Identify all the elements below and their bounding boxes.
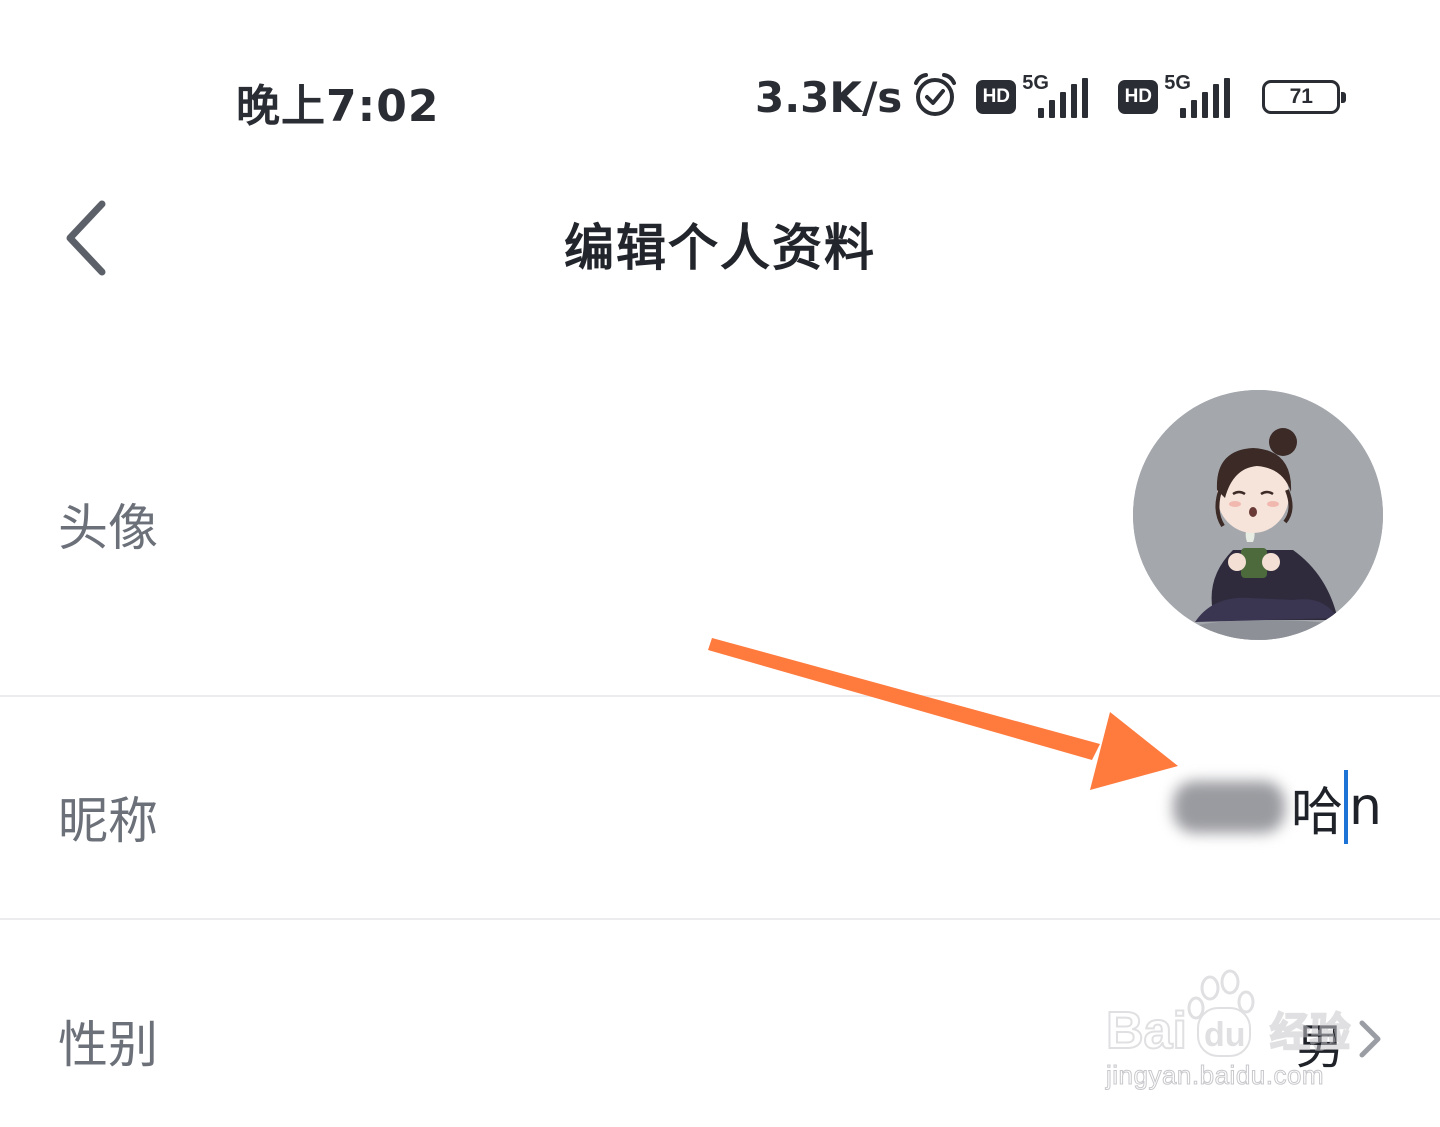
nickname-label: 昵称 — [58, 792, 158, 850]
avatar-label: 头像 — [58, 499, 158, 557]
chevron-right-icon[interactable] — [1356, 1017, 1384, 1061]
signal-5g-icon: 5G — [1022, 72, 1102, 122]
redacted-text — [1173, 781, 1286, 833]
avatar-row[interactable]: 头像 — [0, 300, 1440, 695]
divider — [0, 918, 1440, 920]
nickname-value: 哈 — [1291, 782, 1344, 843]
status-bar: 晚上7:02 3.3K/s HD 5G HD 5G 71 — [0, 0, 1440, 190]
nickname-row: 昵称 哈 n — [0, 697, 1440, 919]
network-speed: 3.3K/s — [755, 72, 903, 122]
watermark-url: jingyan.baidu.com — [1105, 1060, 1325, 1091]
gender-label: 性别 — [58, 1016, 158, 1074]
alarm-clock-icon — [910, 70, 960, 124]
page-title: 编辑个人资料 — [564, 219, 876, 277]
avatar-image — [1133, 390, 1383, 640]
avatar[interactable] — [1133, 390, 1383, 640]
battery-icon: 71 — [1262, 80, 1347, 114]
hd-voice-icon: HD — [1118, 80, 1159, 114]
nickname-typed-char: n — [1349, 777, 1382, 837]
hd-voice-icon: HD — [976, 80, 1017, 114]
gender-row[interactable]: 性别 男 — [0, 921, 1440, 1127]
nickname-input[interactable]: 哈 n — [1173, 767, 1382, 847]
text-cursor — [1344, 770, 1349, 844]
status-indicators: 3.3K/s HD 5G HD 5G 71 — [755, 66, 1347, 128]
nav-bar: 编辑个人资料 — [0, 190, 1440, 290]
status-time: 晚上7:02 — [236, 81, 440, 132]
signal-5g-icon: 5G — [1164, 72, 1244, 122]
